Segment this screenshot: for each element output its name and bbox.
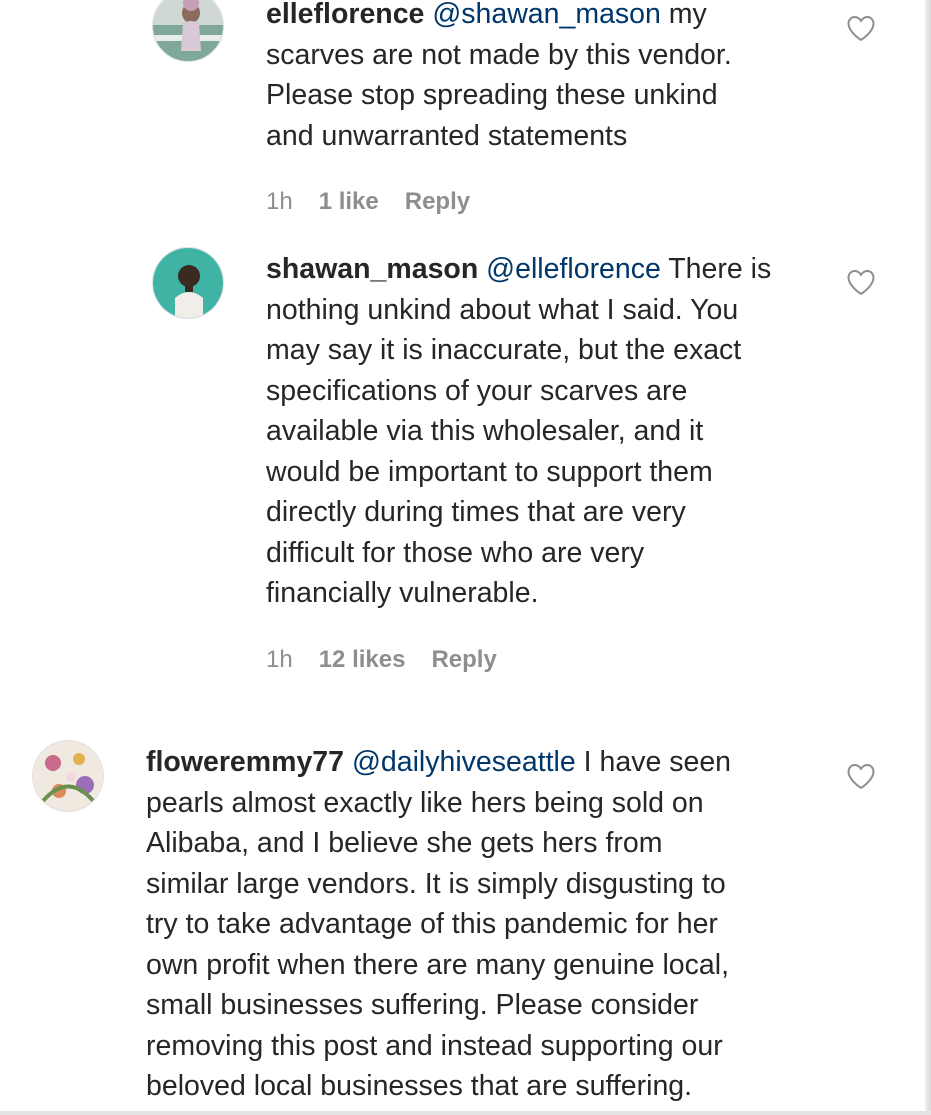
like-count[interactable]: 12 likes [319,646,406,674]
comments-thread: elleflorence @shawan_mason my scarves ar… [0,0,931,1115]
heart-outline-icon [847,15,875,41]
comment-line: Alibaba, and I believe she gets hers fro… [146,827,663,859]
comment-time[interactable]: 1h [266,646,293,674]
avatar-photo [33,741,103,811]
like-button[interactable] [846,268,876,296]
comment-line: nothing unkind about what I said. You [266,293,739,326]
comment-line: try to take advantage of this pandemic f… [146,908,718,940]
heart-outline-icon [847,763,875,789]
comment-line: small businesses suffering. Please consi… [146,989,699,1021]
comment-line: removing this post and instead supportin… [146,1029,723,1062]
comment-line: beloved local businesses that are suffer… [146,1070,693,1102]
comment-username[interactable]: elleflorence [266,0,424,30]
comment-mention[interactable]: @elleflorence [486,253,661,285]
avatar-photo [153,248,223,318]
comment-time[interactable]: 1h [266,188,293,216]
comment-username[interactable]: shawan_mason [266,253,478,285]
comment-line: and unwarranted statements [266,119,628,152]
comment-meta: 1h 1 like Reply [266,188,496,216]
comment-text: floweremmy77 @dailyhiveseattle I have se… [146,742,846,1107]
comment-body: I have seen [575,746,732,778]
comment-line: Please stop spreading these unkind [266,79,718,111]
comment-line: difficult for those who are very [266,536,645,569]
comment-meta: 1h 12 likes Reply [266,646,523,674]
comment-line: scarves are not made by this vendor. [266,38,732,71]
like-count[interactable]: 1 like [319,188,379,216]
comment-line: available via this wholesaler, and it [266,415,704,447]
like-button[interactable] [846,762,876,790]
comment-line: pearls almost exactly like hers being so… [146,786,704,819]
avatar[interactable] [32,740,104,812]
comment-line: would be important to support them [266,455,713,488]
avatar[interactable] [152,0,224,62]
right-edge-divider [925,0,931,1115]
heart-outline-icon [847,269,875,295]
comment-line: similar large vendors. It is simply disg… [146,867,726,900]
comment-text: shawan_mason @elleflorence There is noth… [266,249,826,614]
avatar[interactable] [152,247,224,319]
reply-button[interactable]: Reply [405,188,470,216]
comment-body: There is [660,253,772,285]
like-button[interactable] [846,14,876,42]
comment-body: my [660,0,707,30]
avatar-photo [153,0,223,61]
comment-line: own profit when there are many genuine l… [146,948,730,981]
comment-mention[interactable]: @dailyhiveseattle [352,746,576,778]
bottom-edge-divider [0,1111,931,1115]
comment-line: directly during times that are very [266,496,686,528]
comment-text: elleflorence @shawan_mason my scarves ar… [266,0,806,156]
reply-button[interactable]: Reply [431,646,496,674]
comment-mention[interactable]: @shawan_mason [432,0,661,30]
comment-line: financially vulnerable. [266,577,539,609]
comment-line: may say it is inaccurate, but the exact [266,334,742,366]
comment-username[interactable]: floweremmy77 [146,746,344,778]
comment-line: specifications of your scarves are [266,374,688,407]
